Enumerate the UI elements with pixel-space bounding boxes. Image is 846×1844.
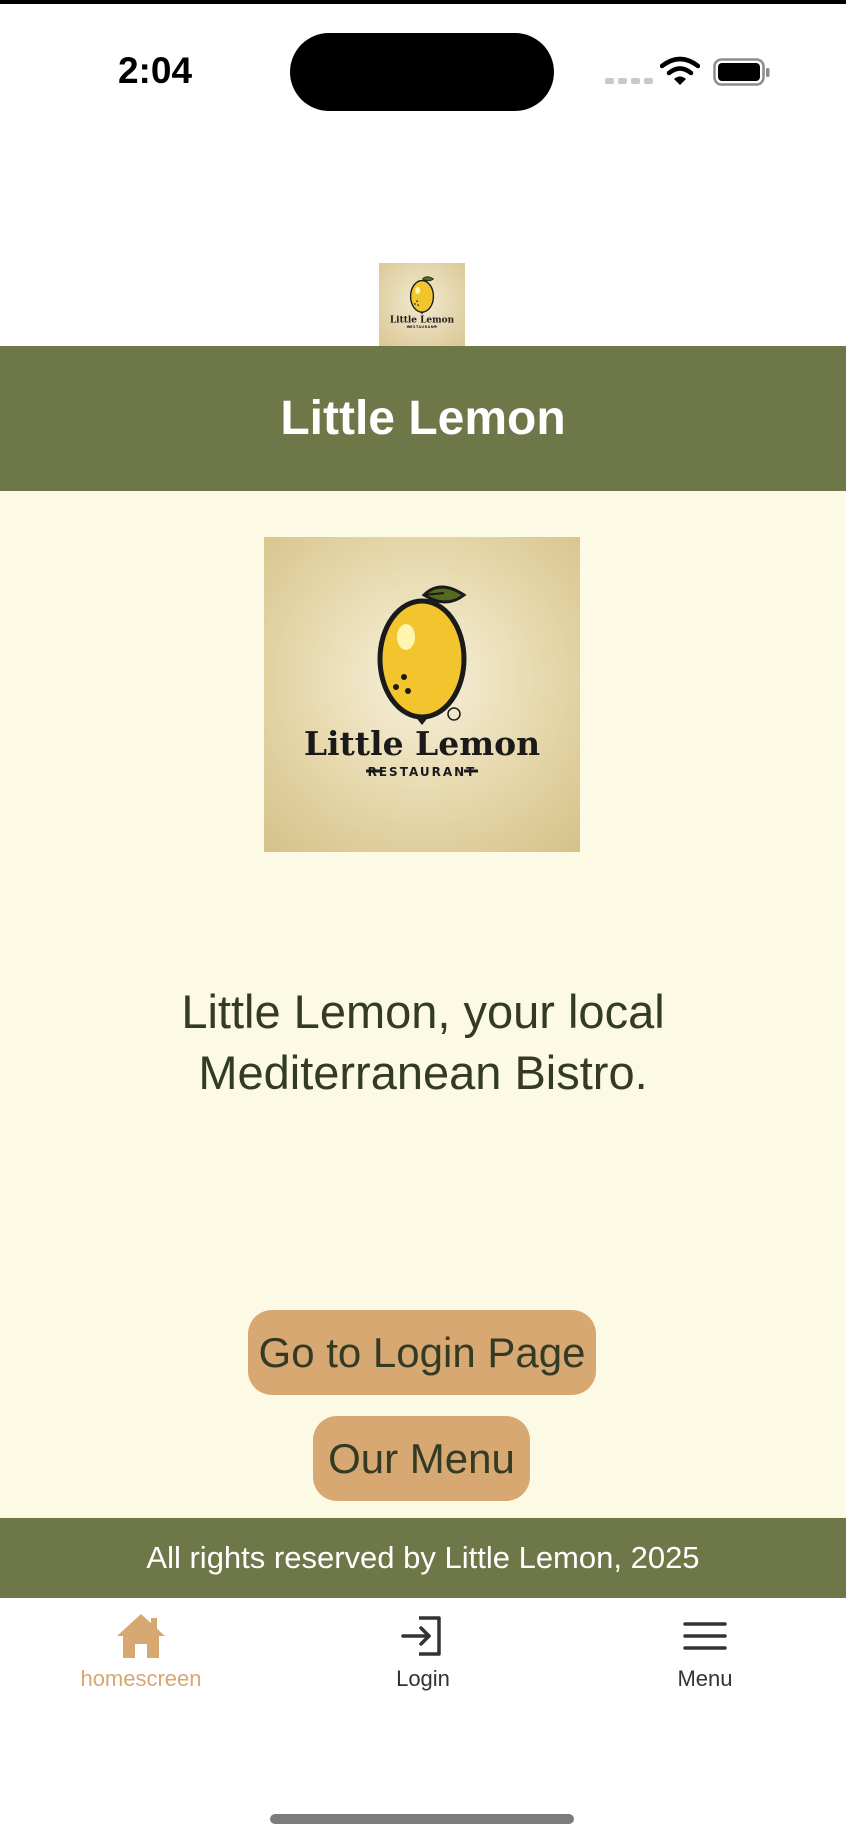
lemon-logo-image: Little Lemon RESTAURANT xyxy=(390,276,455,329)
svg-text:Little Lemon: Little Lemon xyxy=(304,724,540,763)
tab-label: Login xyxy=(396,1666,450,1691)
page-title: Little Lemon xyxy=(280,392,566,445)
bottom-tab-bar: homescreen Login Menu xyxy=(0,1598,846,1844)
login-icon xyxy=(401,1616,441,1656)
tab-label: Menu xyxy=(677,1666,733,1691)
home-icon xyxy=(117,1614,165,1658)
main-content: Little Lemon RESTAURANT Little Lemon, yo… xyxy=(0,491,846,1518)
our-menu-button[interactable]: Our Menu xyxy=(313,1416,530,1501)
svg-text:RESTAURANT: RESTAURANT xyxy=(368,765,477,779)
go-to-login-button[interactable]: Go to Login Page xyxy=(248,1310,596,1395)
home-indicator[interactable] xyxy=(270,1814,574,1824)
dynamic-island xyxy=(290,33,554,111)
header-logo: Little Lemon RESTAURANT xyxy=(379,263,465,349)
battery-icon xyxy=(713,58,770,86)
svg-text:RESTAURANT: RESTAURANT xyxy=(407,325,437,329)
screen-top-edge xyxy=(0,0,846,4)
tagline: Little Lemon, your local Mediterranean B… xyxy=(181,985,665,1099)
status-time: 2:04 xyxy=(117,50,193,91)
hero-logo: Little Lemon RESTAURANT xyxy=(264,537,580,852)
tab-menu[interactable]: Menu xyxy=(564,1612,846,1692)
cellular-signal-icon xyxy=(605,78,653,84)
svg-text:Little Lemon: Little Lemon xyxy=(390,315,455,325)
header-bar: Little Lemon xyxy=(0,346,846,491)
tab-label: homescreen xyxy=(80,1666,202,1691)
tab-login[interactable]: Login xyxy=(282,1612,564,1692)
footer-bar: All rights reserved by Little Lemon, 202… xyxy=(0,1518,846,1598)
copyright-text: All rights reserved by Little Lemon, 202… xyxy=(146,1540,700,1575)
tab-homescreen[interactable]: homescreen xyxy=(0,1612,282,1692)
lemon-logo-image: Little Lemon RESTAURANT xyxy=(304,585,540,779)
hamburger-menu-icon xyxy=(683,1622,727,1650)
wifi-icon xyxy=(660,56,700,85)
